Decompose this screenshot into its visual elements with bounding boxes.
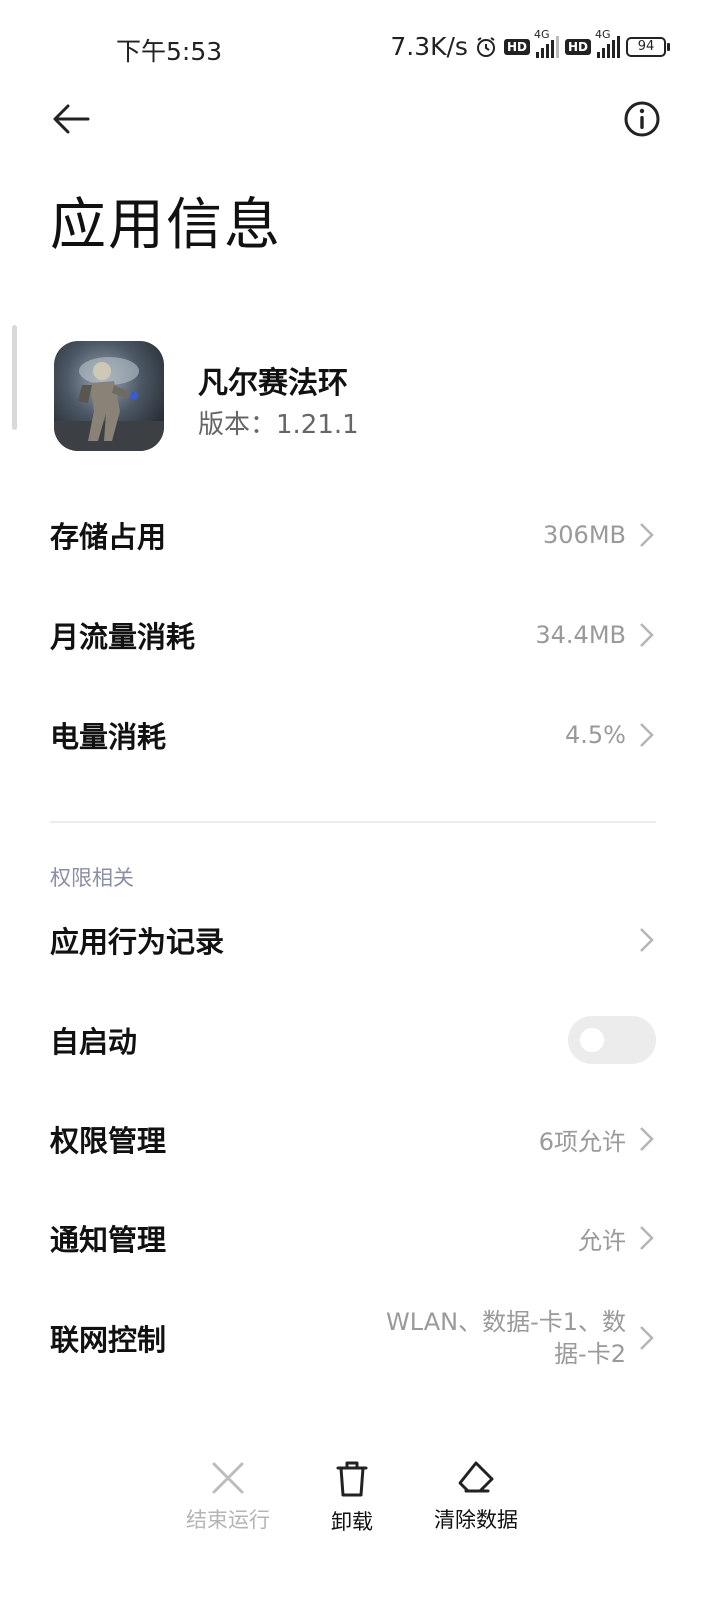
- divider: [50, 821, 656, 823]
- net-speed: 7.3K/s: [390, 32, 468, 61]
- chevron-right-icon: [640, 1326, 654, 1350]
- permission-manage-row[interactable]: 权限管理 6项允许: [50, 1109, 656, 1169]
- trash-icon: [336, 1461, 368, 1497]
- battery-icon: 94: [626, 36, 670, 57]
- network-type-1: 4G: [533, 27, 550, 41]
- page-title: 应用信息: [50, 193, 282, 258]
- chevron-right-icon: [640, 1226, 654, 1250]
- permission-manage-value: 6项允许: [538, 1127, 626, 1156]
- app-version: 版本：1.21.1: [198, 410, 359, 440]
- chevron-right-icon: [640, 928, 654, 952]
- section-title-permissions: 权限相关: [50, 866, 134, 890]
- eraser-icon: [458, 1461, 494, 1493]
- signal-icon-1: 4G: [534, 28, 559, 58]
- alarm-icon: [476, 36, 495, 57]
- chevron-right-icon: [640, 723, 654, 747]
- battery-level: 94: [626, 36, 666, 57]
- permission-manage-label: 权限管理: [50, 1124, 167, 1158]
- battery-usage-row[interactable]: 电量消耗 4.5%: [50, 705, 656, 765]
- stop-label: 结束运行: [186, 1508, 270, 1532]
- traffic-label: 月流量消耗: [50, 620, 196, 654]
- chevron-right-icon: [640, 523, 654, 547]
- hd-badge-1: HD: [503, 38, 530, 55]
- autostart-toggle[interactable]: [568, 1016, 656, 1064]
- network-control-value-line2: 据-卡2: [554, 1340, 626, 1368]
- app-icon: [54, 341, 164, 451]
- traffic-row[interactable]: 月流量消耗 34.4MB: [50, 605, 656, 665]
- signal-icon-2: 4G: [595, 28, 620, 58]
- notification-manage-row[interactable]: 通知管理 允许: [50, 1208, 656, 1268]
- autostart-row: 自启动: [50, 1010, 656, 1070]
- hd-badge-2: HD: [564, 38, 591, 55]
- storage-row[interactable]: 存储占用 306MB: [50, 505, 656, 565]
- chevron-right-icon: [640, 1127, 654, 1151]
- network-control-row[interactable]: 联网控制 WLAN、数据-卡1、数 据-卡2: [50, 1300, 656, 1376]
- status-bar: 下午5:53 7.3K/s HD 4G HD 4G 94: [0, 0, 720, 96]
- status-time: 下午5:53: [116, 37, 223, 66]
- battery-usage-value: 4.5%: [565, 721, 626, 749]
- info-circle-icon[interactable]: [623, 100, 661, 138]
- autostart-label: 自启动: [50, 1025, 138, 1059]
- status-icons: 7.3K/s HD 4G HD 4G 94: [390, 28, 670, 61]
- stop-button[interactable]: 结束运行: [186, 1460, 270, 1534]
- close-icon: [212, 1462, 244, 1494]
- notification-manage-value: 允许: [578, 1226, 626, 1255]
- battery-usage-label: 电量消耗: [50, 720, 167, 754]
- behavior-record-label: 应用行为记录: [50, 925, 225, 959]
- network-control-value-line1: WLAN、数据-卡1、数: [386, 1308, 626, 1336]
- network-type-2: 4G: [595, 27, 611, 41]
- app-name: 凡尔赛法环: [198, 366, 348, 401]
- clear-data-label: 清除数据: [434, 1508, 518, 1532]
- clear-data-button[interactable]: 清除数据: [434, 1460, 518, 1534]
- network-control-value: WLAN、数据-卡1、数 据-卡2: [386, 1306, 626, 1370]
- uninstall-button[interactable]: 卸载: [331, 1460, 373, 1536]
- uninstall-label: 卸载: [331, 1510, 373, 1534]
- chevron-right-icon: [640, 623, 654, 647]
- notification-manage-label: 通知管理: [50, 1223, 167, 1257]
- storage-value: 306MB: [543, 521, 626, 549]
- behavior-record-row[interactable]: 应用行为记录: [50, 910, 656, 970]
- network-control-label: 联网控制: [50, 1323, 167, 1357]
- traffic-value: 34.4MB: [535, 621, 626, 649]
- scrollbar[interactable]: [12, 325, 17, 430]
- arrow-left-icon[interactable]: [50, 98, 92, 140]
- storage-label: 存储占用: [50, 520, 167, 554]
